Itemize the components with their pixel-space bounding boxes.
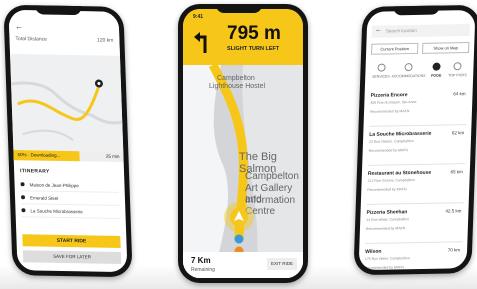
list-item[interactable]: Wilson 175 Rue Water, Campbellton Recomm… [364, 242, 463, 271]
navigation-screen: Campbelton Lighthouse Hostel The Big Sal… [183, 9, 303, 278]
phone-notch [35, 5, 82, 16]
results-list: Pizzeria Encore 456 Rue du Bassin, Ste-A… [364, 86, 468, 271]
back-arrow-icon[interactable]: ← [375, 27, 382, 34]
search-input[interactable]: Search location [371, 24, 470, 38]
list-item[interactable]: Pizzeria Encore 456 Rue du Bassin, Ste-A… [369, 86, 468, 127]
stop-dot-icon [20, 182, 25, 187]
category-tabs: SERVICES ACCOMMODATIONS FOOD TOP PICKS [370, 60, 469, 82]
place-name: Wilson [365, 248, 382, 255]
remaining-distance: 7 Km [191, 256, 211, 265]
turn-distance: 795 m [227, 23, 281, 44]
food-icon [432, 62, 441, 71]
progress-label: 50% · Downloading... [17, 152, 61, 158]
progress-time: 25 min [105, 153, 120, 159]
phone-notch [216, 4, 262, 13]
map-label: Campbelton [245, 171, 299, 182]
services-icon [377, 63, 386, 72]
tab-food[interactable]: FOOD [425, 60, 447, 80]
place-distance: 64 km [453, 91, 466, 97]
list-item[interactable]: Pizzeria Sheehan 14 Rue Water, Campbellt… [365, 203, 464, 244]
stop-dot-icon [20, 195, 26, 200]
tab-accommodations[interactable]: ACCOMMODATIONS [391, 61, 426, 82]
place-distance: 62 km [451, 130, 465, 136]
place-distance: 65 km [450, 169, 463, 175]
save-for-later-button[interactable]: SAVE FOR LATER [22, 250, 122, 265]
download-progress: 50% · Downloading... 25 min [13, 150, 124, 162]
route-map-drawing [10, 79, 123, 141]
list-item[interactable]: Restaurant au Stonehouse 212 Rue Victori… [366, 164, 466, 205]
places-screen: Search location ← Current Position Show … [358, 9, 476, 271]
current-position-button[interactable]: Current Position [371, 42, 419, 55]
location-buttons: Current Position Show on Map [371, 42, 470, 55]
remaining-panel: 7 Km Remaining EXIT RIDE [183, 252, 303, 278]
start-ride-button[interactable]: START RIDE [22, 234, 121, 248]
turn-left-arrow-icon [194, 32, 207, 53]
place-name: Pizzeria Sheehan [366, 209, 408, 216]
place-address: 14 Rue Water, Campbellton [366, 217, 410, 222]
tab-top-picks[interactable]: TOP PICKS [447, 60, 469, 80]
place-recommended: Recommended by MAFN [368, 148, 409, 153]
place-distance: 70 km [447, 247, 461, 253]
itinerary-stop[interactable]: La Souche Microbrasserie [21, 204, 120, 219]
turn-instruction-banner: 9:41 795 m SLIGHT TURN LEFT [183, 9, 303, 65]
stop-dot-icon [21, 208, 26, 213]
route-map[interactable] [10, 53, 124, 152]
show-on-map-button[interactable]: Show on Map [422, 42, 470, 54]
summary-value: 120 km [96, 37, 114, 44]
place-name: Restaurant au Stonehouse [367, 169, 432, 177]
back-arrow-icon[interactable]: ← [15, 22, 23, 31]
place-address: 175 Rue Water, Campbellton [364, 256, 410, 261]
itinerary-list: Maison de Jean-Philippe Emerald Steel La… [20, 178, 120, 219]
itinerary-title: ITINERARY [20, 168, 50, 175]
navigation-map[interactable]: Campbelton Lighthouse Hostel The Big Sal… [183, 65, 303, 278]
route-overview-screen: ← Total Distance 120 km 50% · Downloadin… [8, 9, 128, 273]
place-name: Pizzeria Encore [370, 92, 408, 99]
route-summary-header: ← Total Distance 120 km [8, 9, 121, 58]
summary-label: Total Distance [15, 36, 47, 43]
place-name: La Souche Microbrasserie [369, 130, 432, 138]
map-label: Lighthouse Hostel [209, 83, 266, 90]
remaining-label: Remaining [191, 267, 215, 273]
place-address: 456 Rue du Bassin, Ste-Anne [370, 99, 417, 105]
place-address: 212 Rue Victoria, Campbellton [367, 178, 416, 183]
exit-ride-button[interactable]: EXIT RIDE [267, 258, 297, 270]
phone-notch [393, 5, 440, 16]
status-time: 9:41 [193, 14, 204, 20]
accommodations-icon [404, 63, 414, 72]
turn-instruction: SLIGHT TURN LEFT [227, 46, 280, 52]
place-recommended: Recommended by MAFN [364, 265, 404, 270]
phone-places-list: Search location ← Current Position Show … [353, 4, 477, 276]
place-recommended: Recommended by MAFN [367, 187, 407, 192]
list-item[interactable]: La Souche Microbrasserie 23 Rue Nelson, … [368, 125, 467, 166]
place-distance: 42.5 km [445, 208, 462, 214]
star-icon [453, 62, 462, 71]
tab-services[interactable]: SERVICES [370, 61, 392, 81]
phone-navigation: Campbelton Lighthouse Hostel The Big Sal… [178, 4, 308, 283]
place-recommended: Recommended by MAFN [369, 109, 410, 114]
map-label: Campbelton [217, 75, 255, 82]
place-address: 23 Rue Nelson, Campbellton [368, 139, 414, 144]
phone-route-overview: ← Total Distance 120 km 50% · Downloadin… [3, 4, 133, 278]
place-recommended: Recommended by MAFN [365, 226, 406, 231]
